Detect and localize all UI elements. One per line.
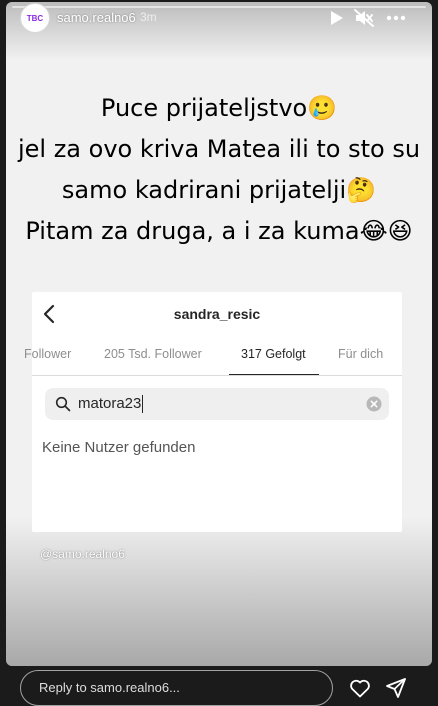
- story-time: 3m: [140, 10, 157, 24]
- play-icon[interactable]: [325, 7, 347, 29]
- tab-for-you: Für dich: [338, 347, 384, 361]
- story-username[interactable]: samo.realno6: [57, 10, 136, 25]
- tab-followers-count: 205 Tsd. Follower: [104, 347, 202, 361]
- caption-line: samo kadrirani prijatelji🤔: [61, 176, 377, 204]
- avatar[interactable]: TBC: [20, 3, 50, 33]
- more-icon[interactable]: [385, 7, 407, 29]
- clear-icon: [366, 396, 382, 412]
- screenshot-card: sandra_resic Follower 205 Tsd. Follower …: [24, 292, 402, 532]
- reply-field[interactable]: [20, 670, 333, 706]
- tab-follower: Follower: [24, 347, 72, 361]
- avatar-text: TBC: [26, 13, 44, 23]
- caption-line: Puce prijateljstvo🥲: [100, 94, 338, 122]
- mute-icon[interactable]: [353, 7, 375, 29]
- bottom-shade: [6, 516, 432, 666]
- no-results-message: Keine Nutzer gefunden: [42, 439, 196, 456]
- profile-title: sandra_resic: [173, 306, 261, 322]
- search-icon: [55, 396, 71, 412]
- tab-divider: [32, 375, 402, 376]
- watermark: @samo.realno6: [40, 547, 125, 561]
- tab-following: 317 Gefolgt: [241, 347, 306, 361]
- search-field: matora23: [45, 388, 389, 420]
- text-cursor: [142, 395, 143, 413]
- search-value: matora23: [78, 395, 142, 412]
- send-icon[interactable]: [384, 676, 408, 700]
- caption-line: jel za ovo kriva Matea ili to sto su: [17, 135, 421, 163]
- heart-icon[interactable]: [348, 676, 372, 700]
- caption-line: Pitam za druga, a i za kuma😂😆: [25, 217, 413, 245]
- story-caption: Puce prijateljstvo🥲 jel za ovo kriva Mat…: [6, 88, 432, 252]
- reply-input[interactable]: [39, 680, 309, 695]
